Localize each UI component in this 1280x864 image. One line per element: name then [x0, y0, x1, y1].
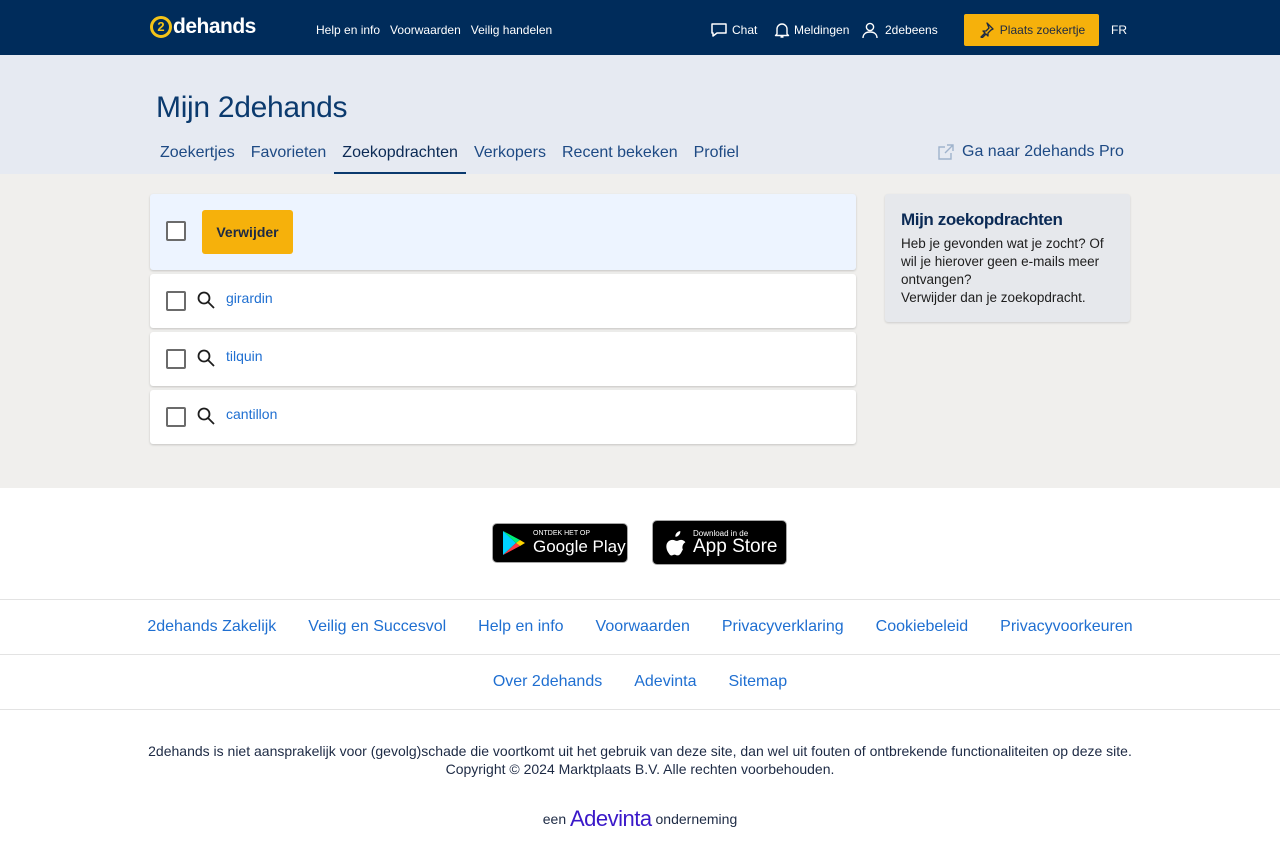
footer-link-privacyverklaring[interactable]: Privacyverklaring [722, 617, 844, 637]
saved-search-link[interactable]: girardin [226, 290, 273, 306]
adevinta-logo[interactable]: Adevinta [570, 806, 652, 831]
item-checkbox[interactable] [166, 407, 186, 427]
item-checkbox[interactable] [166, 349, 186, 369]
search-icon [197, 349, 215, 367]
list-item: girardin [150, 274, 856, 328]
footer-link-zakelijk[interactable]: 2dehands Zakelijk [147, 617, 276, 637]
apple-icon [666, 530, 686, 555]
credit-prefix: een [542, 811, 567, 827]
google-play-icon [503, 531, 525, 555]
nav-safe-trading[interactable]: Veilig handelen [471, 23, 552, 37]
chat-icon [711, 23, 727, 37]
footer-link-veilig[interactable]: Veilig en Succesvol [308, 617, 446, 637]
user-name: 2debeens [885, 23, 938, 37]
language-switch[interactable]: FR [1111, 23, 1127, 37]
search-icon [197, 407, 215, 425]
footer-link-cookiebeleid[interactable]: Cookiebeleid [876, 617, 969, 637]
place-ad-button[interactable]: Plaats zoekertje [964, 14, 1099, 46]
pin-icon [980, 22, 994, 38]
page-title: Mijn 2dehands [156, 91, 348, 124]
footer-link-help[interactable]: Help en info [478, 617, 563, 637]
pro-link-label: Ga naar 2dehands Pro [962, 143, 1124, 160]
select-all-checkbox[interactable] [166, 221, 186, 241]
credit-suffix: onderneming [655, 811, 738, 827]
search-icon [197, 291, 215, 309]
logo-mark: 2 [150, 16, 172, 38]
info-box-text: Heb je gevonden wat je zocht? Of wil je … [901, 236, 1104, 287]
notifications-link[interactable]: Meldingen [774, 14, 849, 46]
user-menu[interactable]: 2debeens [861, 14, 938, 46]
footer-link-voorwaarden[interactable]: Voorwaarden [596, 617, 690, 637]
tab-recent-bekeken[interactable]: Recent bekeken [554, 137, 686, 174]
adevinta-credit: een Adevinta onderneming [0, 806, 1280, 832]
subheader: Mijn 2dehands Zoekertjes Favorieten Zoek… [0, 55, 1280, 174]
external-link-icon [938, 144, 954, 160]
info-box: Mijn zoekopdrachten Heb je gevonden wat … [885, 194, 1130, 322]
top-nav: Help en info Voorwaarden Veilig handelen [316, 23, 552, 37]
footer-link-over[interactable]: Over 2dehands [493, 672, 602, 692]
tab-zoekopdrachten[interactable]: Zoekopdrachten [334, 137, 466, 174]
content-area: Verwijder girardin tilquin cantillon Mij… [0, 174, 1280, 488]
tab-favorieten[interactable]: Favorieten [243, 137, 335, 174]
tab-zoekertjes[interactable]: Zoekertjes [152, 137, 243, 174]
saved-search-link[interactable]: tilquin [226, 348, 263, 364]
bell-icon [774, 23, 790, 38]
tab-verkopers[interactable]: Verkopers [466, 137, 554, 174]
nav-help[interactable]: Help en info [316, 23, 380, 37]
chat-label: Chat [732, 23, 758, 37]
user-icon [862, 22, 878, 39]
list-item: tilquin [150, 332, 856, 386]
tab-profiel[interactable]: Profiel [686, 137, 747, 174]
pro-link[interactable]: Ga naar 2dehands Pro [937, 143, 1124, 161]
nav-terms[interactable]: Voorwaarden [390, 23, 461, 37]
footer-link-privacyvoorkeuren[interactable]: Privacyvoorkeuren [1000, 617, 1133, 637]
app-store-badge[interactable]: Download in de App Store [652, 520, 787, 565]
notifications-label: Meldingen [794, 23, 850, 37]
delete-button[interactable]: Verwijder [202, 210, 293, 254]
app-badges: ONTDEK HET OP Google Play Download in de… [0, 520, 1280, 566]
legal-text: 2dehands is niet aansprakelijk voor (gev… [0, 742, 1280, 778]
chat-link[interactable]: Chat [710, 14, 757, 46]
info-box-text-2: Verwijder dan je zoekopdracht. [901, 290, 1086, 305]
footer-link-adevinta[interactable]: Adevinta [634, 672, 696, 692]
bulk-actions-bar: Verwijder [150, 194, 856, 270]
divider [0, 654, 1280, 655]
place-ad-label: Plaats zoekertje [999, 23, 1086, 37]
logo[interactable]: 2 dehands [150, 16, 256, 38]
app-store-big: App Store [693, 535, 778, 557]
logo-text: dehands [173, 15, 256, 38]
saved-search-link[interactable]: cantillon [226, 406, 277, 422]
item-checkbox[interactable] [166, 291, 186, 311]
google-play-badge[interactable]: ONTDEK HET OP Google Play [492, 523, 628, 563]
footer-links-secondary: Over 2dehands Adevinta Sitemap [0, 672, 1280, 692]
footer-link-sitemap[interactable]: Sitemap [728, 672, 787, 692]
copyright: Copyright © 2024 Marktplaats B.V. Alle r… [445, 761, 835, 777]
tabs: Zoekertjes Favorieten Zoekopdrachten Ver… [152, 137, 747, 174]
list-item: cantillon [150, 390, 856, 444]
top-bar: 2 dehands Help en info Voorwaarden Veili… [0, 0, 1280, 55]
footer-links-primary: 2dehands Zakelijk Veilig en Succesvol He… [0, 617, 1280, 637]
divider [0, 709, 1280, 710]
info-box-title: Mijn zoekopdrachten [901, 210, 1063, 229]
google-play-big: Google Play [533, 537, 626, 556]
divider [0, 599, 1280, 600]
disclaimer: 2dehands is niet aansprakelijk voor (gev… [148, 743, 1132, 759]
